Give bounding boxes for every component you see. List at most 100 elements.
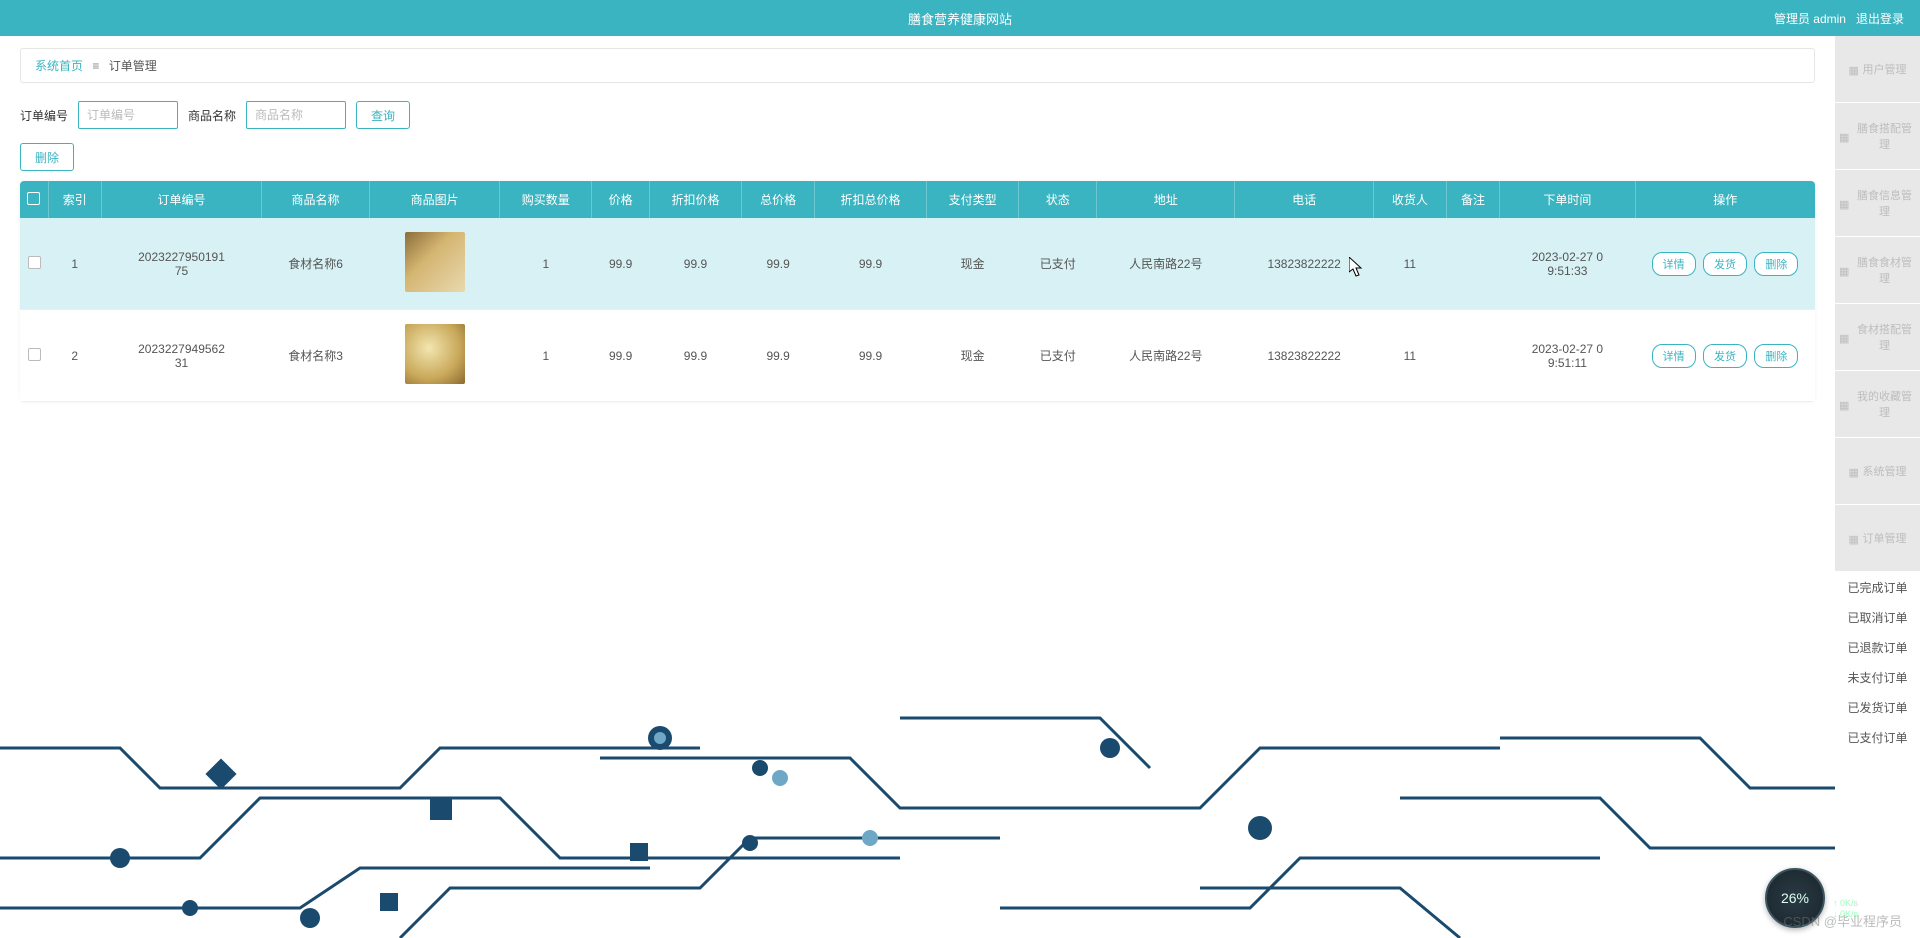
circuit-decoration — [0, 708, 1835, 938]
th-orderno: 订单编号 — [102, 181, 262, 218]
th-goodsname: 商品名称 — [262, 181, 370, 218]
ship-button[interactable]: 发货 — [1703, 252, 1747, 276]
search-bar: 订单编号 商品名称 查询 — [20, 101, 1900, 129]
th-index: 索引 — [48, 181, 102, 218]
sidebar-item-meal-match[interactable]: ▦膳食搭配管理 — [1835, 103, 1920, 170]
cell-qty: 1 — [500, 310, 592, 402]
cell-total: 99.9 — [742, 310, 815, 402]
grid-icon: ▦ — [1839, 399, 1849, 409]
cell-price: 99.9 — [592, 218, 649, 310]
sub-item-completed[interactable]: 已完成订单 — [1835, 572, 1920, 602]
grid-icon: ▦ — [1849, 466, 1859, 476]
cell-discount: 99.9 — [649, 310, 741, 402]
grid-icon: ▦ — [1839, 265, 1849, 275]
cell-qty: 1 — [500, 218, 592, 310]
site-title: 膳食营养健康网站 — [908, 9, 1012, 28]
cell-distotal: 99.9 — [815, 310, 927, 402]
th-distotal: 折扣总价格 — [815, 181, 927, 218]
sub-item-cancelled[interactable]: 已取消订单 — [1835, 602, 1920, 632]
sidebar-item-food-match[interactable]: ▦食材搭配管理 — [1835, 304, 1920, 371]
cell-distotal: 99.9 — [815, 218, 927, 310]
cell-remark — [1446, 218, 1500, 310]
app-header: 膳食营养健康网站 管理员 admin 退出登录 — [0, 0, 1920, 36]
cell-receiver: 11 — [1373, 218, 1446, 310]
th-paytype: 支付类型 — [926, 181, 1018, 218]
th-price: 价格 — [592, 181, 649, 218]
checkbox-all[interactable] — [27, 192, 40, 205]
goods-name-label: 商品名称 — [188, 107, 236, 124]
cell-goodsname: 食材名称6 — [262, 218, 370, 310]
cell-remark — [1446, 310, 1500, 402]
order-no-label: 订单编号 — [20, 107, 68, 124]
logout-link[interactable]: 退出登录 — [1856, 10, 1904, 27]
grid-icon: ▦ — [1849, 533, 1859, 543]
th-status: 状态 — [1019, 181, 1097, 218]
sidebar-item-user[interactable]: ▦用户管理 — [1835, 36, 1920, 103]
th-receiver: 收货人 — [1373, 181, 1446, 218]
cell-status: 已支付 — [1019, 218, 1097, 310]
th-address: 地址 — [1097, 181, 1235, 218]
product-image — [405, 324, 465, 384]
sidebar: ▦用户管理 ▦膳食搭配管理 ▦膳食信息管理 ▦膳食食材管理 ▦食材搭配管理 ▦我… — [1835, 36, 1920, 938]
ship-button[interactable]: 发货 — [1703, 344, 1747, 368]
sidebar-item-system[interactable]: ▦系统管理 — [1835, 438, 1920, 505]
cell-index: 2 — [48, 310, 102, 402]
sub-item-paid[interactable]: 已支付订单 — [1835, 722, 1920, 752]
grid-icon: ▦ — [1839, 131, 1849, 141]
row-checkbox[interactable] — [28, 256, 41, 269]
th-goodsimg: 商品图片 — [370, 181, 500, 218]
breadcrumb-current: 订单管理 — [109, 59, 157, 73]
cell-address: 人民南路22号 — [1097, 310, 1235, 402]
sidebar-item-favorites[interactable]: ▦我的收藏管理 — [1835, 371, 1920, 438]
grid-icon: ▦ — [1839, 198, 1849, 208]
cell-time: 2023-02-27 0 9:51:33 — [1500, 218, 1635, 310]
table-row: 1 2023227950191 75 食材名称6 1 99.9 99.9 99.… — [20, 218, 1815, 310]
sidebar-item-meal-info[interactable]: ▦膳食信息管理 — [1835, 170, 1920, 237]
sidebar-item-orders[interactable]: ▦订单管理 — [1835, 505, 1920, 572]
cell-orderno: 2023227950191 75 — [102, 218, 262, 310]
th-total: 总价格 — [742, 181, 815, 218]
sub-item-refunded[interactable]: 已退款订单 — [1835, 632, 1920, 662]
grid-icon: ▦ — [1839, 332, 1849, 342]
cell-phone: 13823822222 — [1235, 310, 1373, 402]
query-button[interactable]: 查询 — [356, 101, 410, 129]
th-action: 操作 — [1635, 181, 1815, 218]
th-time: 下单时间 — [1500, 181, 1635, 218]
product-image — [405, 232, 465, 292]
breadcrumb-separator: ≡ — [92, 59, 99, 73]
sidebar-item-meal-food[interactable]: ▦膳食食材管理 — [1835, 237, 1920, 304]
cell-paytype: 现金 — [926, 310, 1018, 402]
grid-icon: ▦ — [1849, 64, 1859, 74]
th-qty: 购买数量 — [500, 181, 592, 218]
breadcrumb: 系统首页 ≡ 订单管理 — [20, 48, 1815, 83]
detail-button[interactable]: 详情 — [1652, 344, 1696, 368]
row-delete-button[interactable]: 删除 — [1754, 252, 1798, 276]
table-row: 2 2023227949562 31 食材名称3 1 99.9 99.9 99.… — [20, 310, 1815, 402]
admin-label[interactable]: 管理员 admin — [1774, 10, 1846, 27]
cell-goodsname: 食材名称3 — [262, 310, 370, 402]
watermark: CSDN @毕业程序员 — [1783, 911, 1902, 930]
cell-time: 2023-02-27 0 9:51:11 — [1500, 310, 1635, 402]
cell-index: 1 — [48, 218, 102, 310]
sub-item-unpaid[interactable]: 未支付订单 — [1835, 662, 1920, 692]
orders-table-wrap: 索引 订单编号 商品名称 商品图片 购买数量 价格 折扣价格 总价格 折扣总价格… — [20, 181, 1815, 402]
cell-address: 人民南路22号 — [1097, 218, 1235, 310]
cell-paytype: 现金 — [926, 218, 1018, 310]
th-remark: 备注 — [1446, 181, 1500, 218]
detail-button[interactable]: 详情 — [1652, 252, 1696, 276]
order-no-input[interactable] — [78, 101, 178, 129]
cell-orderno: 2023227949562 31 — [102, 310, 262, 402]
cell-receiver: 11 — [1373, 310, 1446, 402]
cell-status: 已支付 — [1019, 310, 1097, 402]
speed-percent: 26% — [1781, 890, 1809, 906]
cell-price: 99.9 — [592, 310, 649, 402]
sub-item-shipped[interactable]: 已发货订单 — [1835, 692, 1920, 722]
goods-name-input[interactable] — [246, 101, 346, 129]
row-checkbox[interactable] — [28, 348, 41, 361]
delete-button[interactable]: 删除 — [20, 143, 74, 171]
breadcrumb-home[interactable]: 系统首页 — [35, 59, 83, 73]
cell-discount: 99.9 — [649, 218, 741, 310]
orders-table: 索引 订单编号 商品名称 商品图片 购买数量 价格 折扣价格 总价格 折扣总价格… — [20, 181, 1815, 402]
th-discount: 折扣价格 — [649, 181, 741, 218]
row-delete-button[interactable]: 删除 — [1754, 344, 1798, 368]
